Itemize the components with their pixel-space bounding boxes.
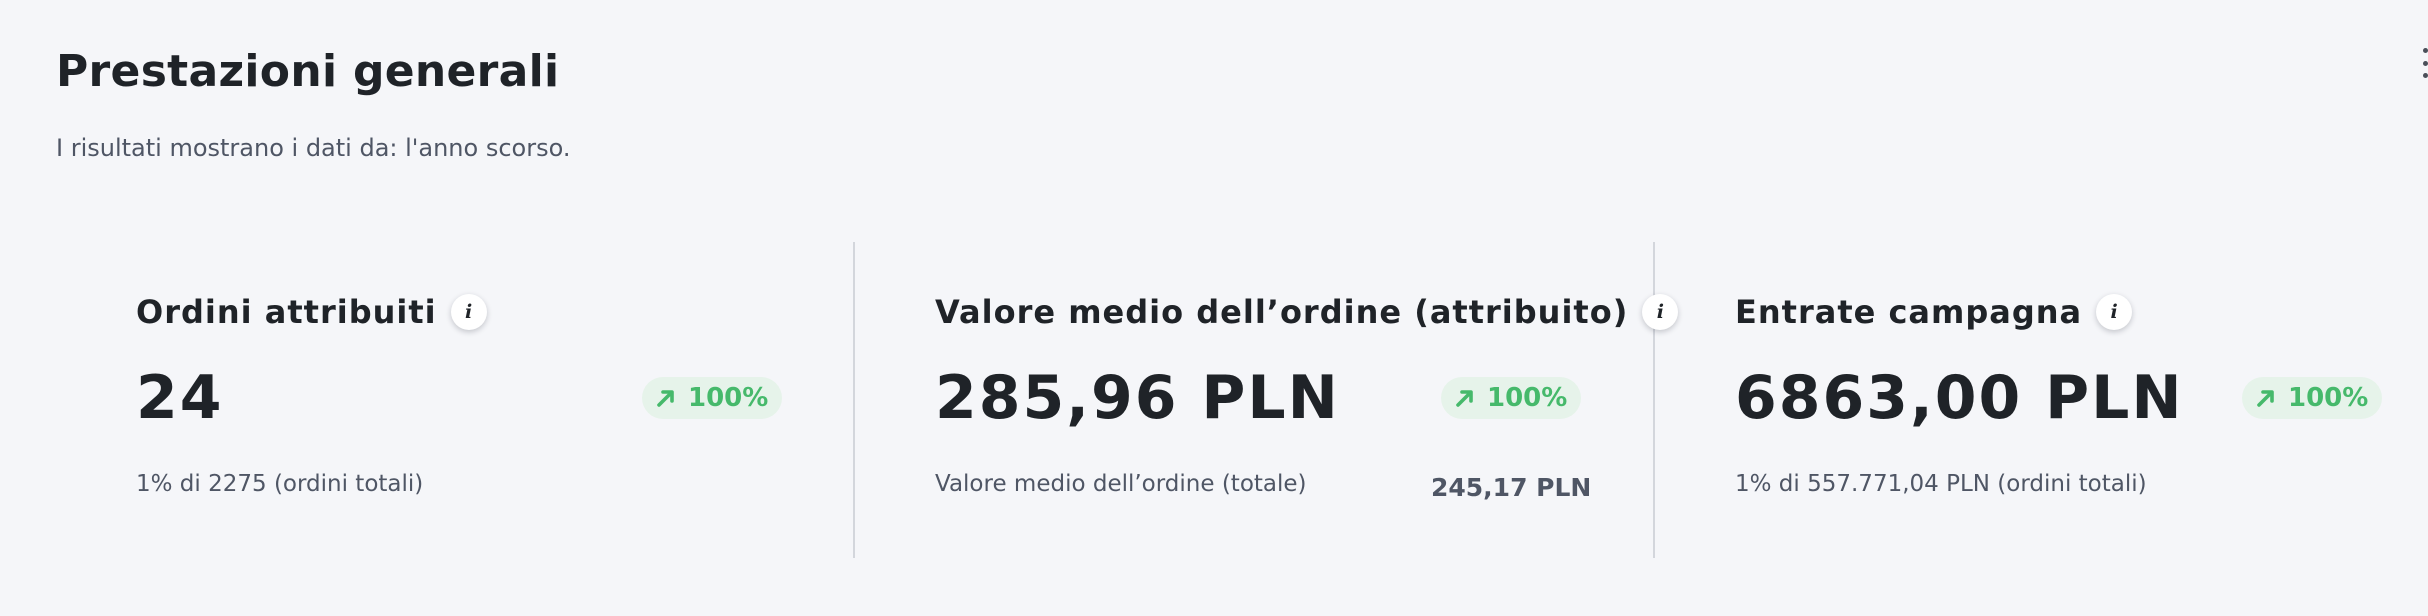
metric-footnote: 1% di 2275 (ordini totali) [136, 471, 424, 497]
metric-value: 24 [136, 363, 224, 433]
trend-badge: 100% [2242, 377, 2383, 419]
trend-badge: 100% [642, 377, 783, 419]
metric-header: Valore medio dell’ordine (attribuito) i [935, 280, 1679, 344]
metric-footnote-value: 245,17 PLN [1431, 473, 1592, 502]
page-title: Prestazioni generali [56, 46, 560, 97]
trend-badge-label: 100% [688, 383, 769, 413]
vertical-ellipsis-icon[interactable] [2420, 48, 2428, 78]
dot [2423, 48, 2428, 53]
dot [2423, 60, 2428, 66]
metric-value: 6863,00 PLN [1735, 363, 2184, 433]
metric-title: Entrate campagna [1735, 293, 2083, 331]
page-subtitle: I risultati mostrano i dati da: l'anno s… [56, 134, 571, 162]
metric-title: Ordini attribuiti [136, 293, 437, 331]
info-icon[interactable]: i [1642, 294, 1679, 330]
info-icon[interactable]: i [450, 294, 487, 330]
metric-divider [853, 242, 855, 558]
metric-title: Valore medio dell’ordine (attribuito) [935, 293, 1629, 331]
trend-badge: 100% [1441, 377, 1582, 419]
metric-footnote: 1% di 557.771,04 PLN (ordini totali) [1735, 471, 2147, 497]
trend-up-arrow-icon [2257, 390, 2274, 407]
dot [2423, 73, 2428, 78]
info-icon[interactable]: i [2096, 294, 2133, 330]
trend-up-arrow-icon [657, 390, 674, 407]
trend-badge-label: 100% [2288, 383, 2369, 413]
metric-footnote: Valore medio dell’ordine (totale) [935, 471, 1307, 497]
trend-badge-label: 100% [1487, 383, 1568, 413]
metric-value: 285,96 PLN [935, 363, 1340, 433]
trend-up-arrow-icon [1456, 390, 1473, 407]
metric-header: Ordini attribuiti i [136, 280, 487, 344]
metric-header: Entrate campagna i [1735, 280, 2133, 344]
